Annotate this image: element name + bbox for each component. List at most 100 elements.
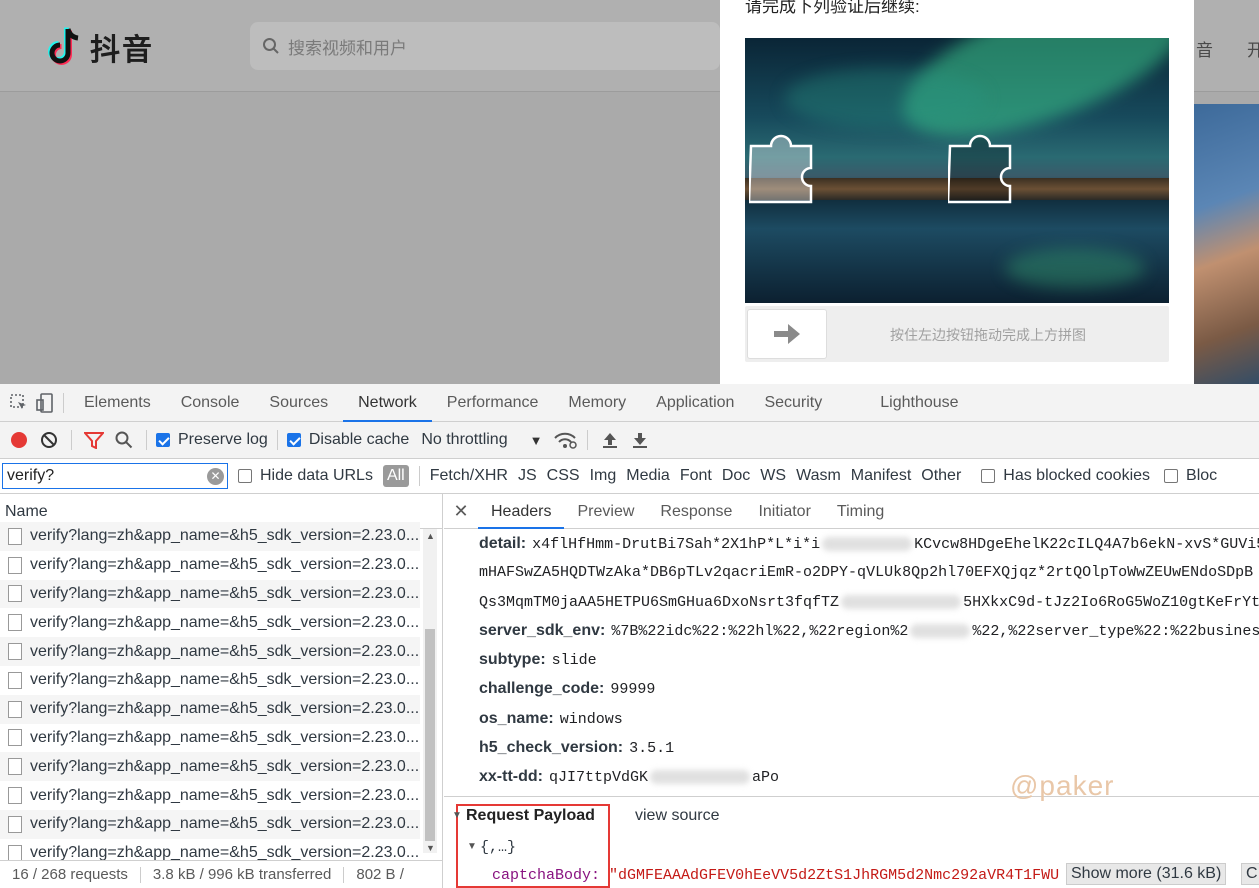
resource-size: 802 B / [356,866,404,883]
param-key: xx-tt-dd: [479,768,543,785]
tab-performance[interactable]: Performance [432,384,554,422]
type-filter-css[interactable]: CSS [547,467,580,485]
clear-icon[interactable] [36,427,62,453]
close-icon[interactable]: ✕ [444,501,478,522]
tab-headers[interactable]: Headers [478,494,565,529]
payload-key: captchaBody: [492,867,601,884]
type-filter-fetch-xhr[interactable]: Fetch/XHR [430,467,508,485]
filter-input[interactable]: verify? ✕ [2,463,228,489]
disable-cache-checkbox[interactable] [286,433,301,447]
request-row[interactable]: verify?lang=zh&app_name=&h5_sdk_version=… [0,752,420,782]
tab-console[interactable]: Console [166,384,255,422]
request-row[interactable]: verify?lang=zh&app_name=&h5_sdk_version=… [0,522,420,551]
request-payload-section: ▼ Request Payload view source ▼ {,…} cap… [444,796,1259,888]
copy-button[interactable]: C [1241,863,1259,885]
filter-icon[interactable] [81,427,107,453]
scrollbar-thumb[interactable] [425,629,435,841]
param-key: challenge_code: [479,680,605,697]
scroll-down-icon[interactable]: ▼ [426,843,435,853]
header-nav-item[interactable]: 音 [1196,36,1213,61]
tab-application[interactable]: Application [641,384,749,422]
request-name: verify?lang=zh&app_name=&h5_sdk_version=… [30,815,420,833]
tab-preview[interactable]: Preview [564,494,647,529]
triangle-down-icon[interactable]: ▼ [452,810,462,821]
puzzle-piece-icon[interactable] [749,134,815,204]
type-filter-font[interactable]: Font [680,467,712,485]
preserve-log-label: Preserve log [178,431,268,448]
request-name: verify?lang=zh&app_name=&h5_sdk_version=… [30,700,420,718]
captcha-slider-track[interactable]: 按住左边按钮拖动完成上方拼图 [745,306,1169,362]
type-filter-other[interactable]: Other [921,467,961,485]
tab-security[interactable]: Security [749,384,837,422]
hide-data-urls-label: Hide data URLs [260,467,373,484]
type-filter-wasm[interactable]: Wasm [796,467,841,485]
type-filter-media[interactable]: Media [626,467,670,485]
param-value-tail: aPo [752,769,780,786]
filter-input-value: verify? [7,467,55,484]
video-thumbnail[interactable] [1194,104,1259,384]
tab-elements[interactable]: Elements [69,384,166,422]
request-list-scrollbar[interactable]: ▲ ▼ [423,529,437,853]
device-toolbar-icon[interactable] [32,390,58,416]
type-filter-ws[interactable]: WS [760,467,786,485]
request-row[interactable]: verify?lang=zh&app_name=&h5_sdk_version=… [0,637,420,666]
type-filter-all[interactable]: All [382,465,409,487]
arrow-right-icon [774,324,800,344]
inspect-element-icon[interactable] [6,390,32,416]
throttling-select[interactable]: No throttling [421,431,507,449]
chevron-down-icon[interactable]: ▼ [530,433,543,448]
tab-timing[interactable]: Timing [824,494,897,529]
param-key: subtype: [479,651,546,668]
triangle-down-icon[interactable]: ▼ [467,841,477,852]
search-icon[interactable] [111,427,137,453]
request-row[interactable]: verify?lang=zh&app_name=&h5_sdk_version=… [0,781,420,810]
request-name: verify?lang=zh&app_name=&h5_sdk_version=… [30,757,420,775]
header-nav-item[interactable]: 开 [1247,36,1259,61]
tab-network[interactable]: Network [343,384,432,422]
request-row[interactable]: verify?lang=zh&app_name=&h5_sdk_version=… [0,608,420,637]
clear-filter-icon[interactable]: ✕ [207,468,224,485]
request-row[interactable]: verify?lang=zh&app_name=&h5_sdk_version=… [0,724,420,753]
captcha-slider-handle[interactable] [747,309,827,359]
tab-memory[interactable]: Memory [553,384,641,422]
payload-object-preview[interactable]: {,…} [480,839,516,856]
tab-lighthouse[interactable]: Lighthouse [865,384,973,422]
captcha-title: 请完成下列验证后继续: [745,0,920,16]
type-filter-js[interactable]: JS [518,467,537,485]
view-source-link[interactable]: view source [635,807,719,825]
param-value: x4flHfHmm-DrutBi7Sah*2X1hP*L*i*i [532,536,821,553]
has-blocked-cookies-checkbox[interactable] [981,469,996,483]
transferred-size: 3.8 kB / 996 kB transferred [152,866,332,883]
request-row[interactable]: verify?lang=zh&app_name=&h5_sdk_version=… [0,809,420,839]
request-row[interactable]: verify?lang=zh&app_name=&h5_sdk_version=… [0,579,420,609]
tab-response[interactable]: Response [647,494,745,529]
document-icon [8,585,22,603]
site-logo[interactable]: 抖音 [48,25,154,69]
aurora-glow [785,68,985,128]
blocked-requests-label: Bloc [1186,467,1218,484]
type-filter-img[interactable]: Img [590,467,617,485]
request-row[interactable]: verify?lang=zh&app_name=&h5_sdk_version=… [0,694,420,724]
preserve-log-checkbox[interactable] [156,433,170,447]
hide-data-urls-checkbox[interactable] [238,469,252,483]
request-name: verify?lang=zh&app_name=&h5_sdk_version=… [30,584,420,602]
type-filter-doc[interactable]: Doc [722,467,750,485]
record-icon[interactable] [6,427,32,453]
scroll-up-icon[interactable]: ▲ [426,531,435,541]
network-conditions-icon[interactable] [552,427,578,453]
has-blocked-cookies-label: Has blocked cookies [1003,467,1151,484]
export-har-icon[interactable] [627,427,653,453]
document-icon [8,643,22,661]
param-row-continuation: Qs3MqmTM0jaAA5HETPU6SmGHua6DxoNsrt3fqfTZ… [479,593,1259,611]
site-search-input[interactable]: 搜索视频和用户 [250,22,720,70]
request-row[interactable]: verify?lang=zh&app_name=&h5_sdk_version=… [0,551,420,580]
request-row[interactable]: verify?lang=zh&app_name=&h5_sdk_version=… [0,666,420,695]
payload-title[interactable]: Request Payload [466,807,595,825]
type-filter-manifest[interactable]: Manifest [851,467,911,485]
tab-initiator[interactable]: Initiator [745,494,823,529]
blocked-requests-checkbox[interactable] [1164,469,1179,483]
import-har-icon[interactable] [597,427,623,453]
tab-sources[interactable]: Sources [254,384,343,422]
show-more-button[interactable]: Show more (31.6 kB) [1066,863,1227,885]
param-value: 3.5.1 [629,740,675,757]
